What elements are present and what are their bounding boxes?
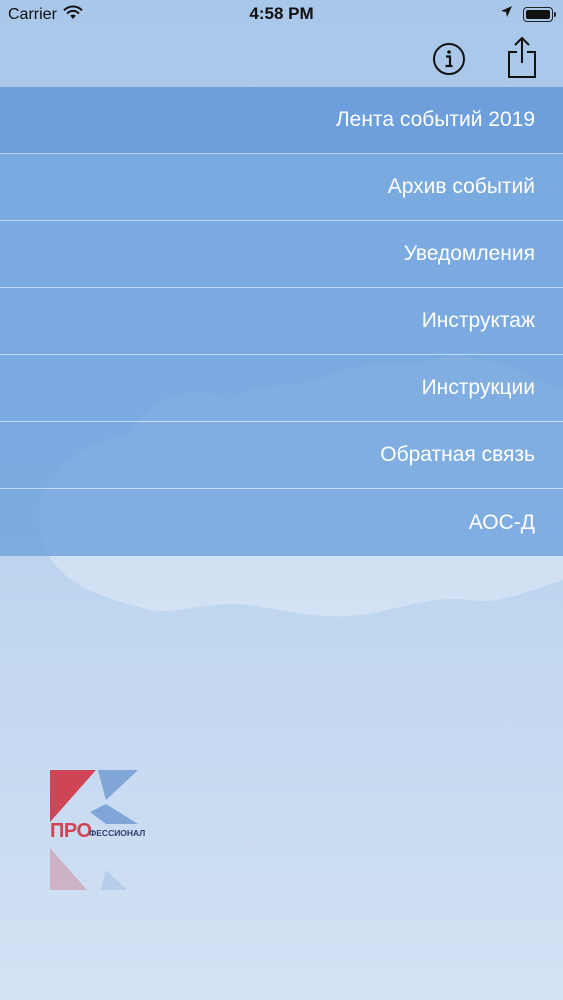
status-time: 4:58 PM <box>249 4 314 23</box>
status-bar: Carrier 4:58 PM <box>0 0 563 30</box>
share-button[interactable] <box>505 36 539 80</box>
battery-icon <box>523 6 556 22</box>
menu-item-notifications[interactable]: Уведомления <box>0 221 563 288</box>
menu-item-instructions[interactable]: Инструкции <box>0 355 563 422</box>
nav-bar <box>0 30 563 87</box>
logo-mark-icon <box>50 770 138 824</box>
status-right <box>500 5 556 23</box>
professional-logo: ПРО ФЕССИОНАЛ <box>46 766 156 896</box>
main-menu: Лента событий 2019 Архив событий Уведомл… <box>0 87 563 556</box>
logo-reflection <box>46 844 156 890</box>
location-arrow-icon <box>500 5 513 23</box>
share-icon <box>508 36 536 78</box>
logo-pro-text: ПРО <box>50 820 92 842</box>
info-icon <box>433 43 465 75</box>
menu-item-feedback[interactable]: Обратная связь <box>0 422 563 489</box>
menu-item-events-feed-2019[interactable]: Лента событий 2019 <box>0 87 563 154</box>
info-button[interactable] <box>432 42 466 76</box>
menu-item-events-archive[interactable]: Архив событий <box>0 154 563 221</box>
menu-item-briefing[interactable]: Инструктаж <box>0 288 563 355</box>
logo-rest-text: ФЕССИОНАЛ <box>89 828 146 838</box>
menu-item-aos-d[interactable]: АОС-Д <box>0 489 563 556</box>
